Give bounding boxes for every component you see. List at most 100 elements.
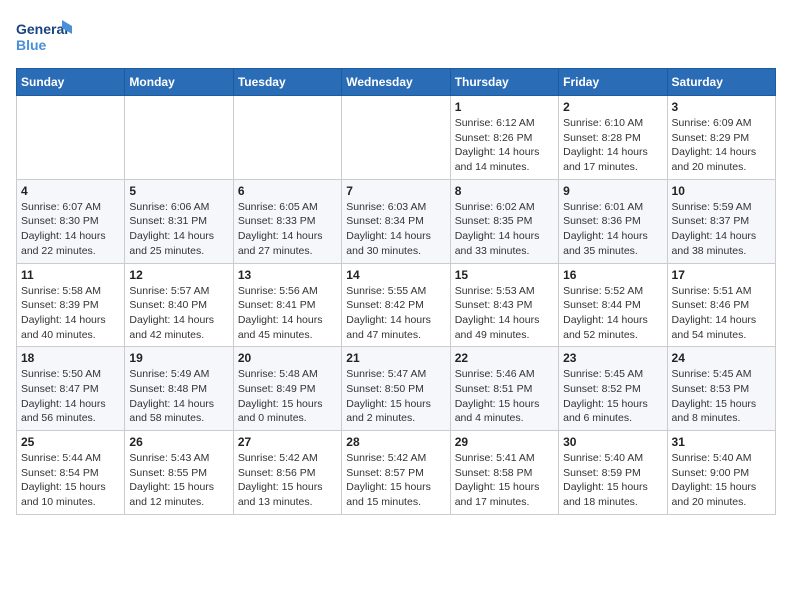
calendar-cell: 22Sunrise: 5:46 AM Sunset: 8:51 PM Dayli…	[450, 347, 558, 431]
day-info: Sunrise: 5:47 AM Sunset: 8:50 PM Dayligh…	[346, 367, 445, 426]
calendar-cell: 7 Sunrise: 6:03 AM Sunset: 8:34 PM Daylig…	[342, 179, 450, 263]
day-number: 3	[672, 100, 771, 114]
weekday-header-thursday: Thursday	[450, 69, 558, 96]
calendar-cell: 18 Sunrise: 5:50 AM Sunset: 8:47 PM Dayli…	[17, 347, 125, 431]
weekday-header-saturday: Saturday	[667, 69, 775, 96]
day-number: 30	[563, 435, 662, 449]
day-number: 9	[563, 184, 662, 198]
day-number: 29	[455, 435, 554, 449]
day-number: 11	[21, 268, 120, 282]
day-info: Sunrise: 5:57 AM Sunset: 8:40 PM Dayligh…	[129, 284, 228, 343]
calendar-cell: 10 Sunrise: 5:59 AM Sunset: 8:37 PM Dayli…	[667, 179, 775, 263]
day-number: 4	[21, 184, 120, 198]
day-number: 14	[346, 268, 445, 282]
day-info: Sunrise: 5:46 AM Sunset: 8:51 PM Dayligh…	[455, 367, 554, 426]
calendar-cell: 25 Sunrise: 5:44 AM Sunset: 8:54 PM Dayli…	[17, 431, 125, 515]
calendar-cell: 12 Sunrise: 5:57 AM Sunset: 8:40 PM Dayli…	[125, 263, 233, 347]
day-number: 6	[238, 184, 337, 198]
day-info: Sunrise: 5:49 AM Sunset: 8:48 PM Dayligh…	[129, 367, 228, 426]
calendar-cell: 21 Sunrise: 5:47 AM Sunset: 8:50 PM Dayli…	[342, 347, 450, 431]
weekday-header-tuesday: Tuesday	[233, 69, 341, 96]
calendar-cell: 3 Sunrise: 6:09 AM Sunset: 8:29 PM Daylig…	[667, 96, 775, 180]
day-number: 27	[238, 435, 337, 449]
day-info: Sunrise: 5:50 AM Sunset: 8:47 PM Dayligh…	[21, 367, 120, 426]
calendar-cell: 1 Sunrise: 6:12 AM Sunset: 8:26 PM Daylig…	[450, 96, 558, 180]
day-info: Sunrise: 6:09 AM Sunset: 8:29 PM Dayligh…	[672, 116, 771, 175]
calendar-cell: 5 Sunrise: 6:06 AM Sunset: 8:31 PM Daylig…	[125, 179, 233, 263]
calendar-cell: 6 Sunrise: 6:05 AM Sunset: 8:33 PM Daylig…	[233, 179, 341, 263]
calendar-week-row: 1 Sunrise: 6:12 AM Sunset: 8:26 PM Daylig…	[17, 96, 776, 180]
day-number: 15	[455, 268, 554, 282]
weekday-header-friday: Friday	[559, 69, 667, 96]
day-info: Sunrise: 5:59 AM Sunset: 8:37 PM Dayligh…	[672, 200, 771, 259]
day-number: 13	[238, 268, 337, 282]
calendar-cell: 15Sunrise: 5:53 AM Sunset: 8:43 PM Dayli…	[450, 263, 558, 347]
svg-text:Blue: Blue	[16, 37, 47, 53]
calendar-cell: 2 Sunrise: 6:10 AM Sunset: 8:28 PM Daylig…	[559, 96, 667, 180]
day-info: Sunrise: 6:06 AM Sunset: 8:31 PM Dayligh…	[129, 200, 228, 259]
day-info: Sunrise: 6:02 AM Sunset: 8:35 PM Dayligh…	[455, 200, 554, 259]
calendar-cell	[17, 96, 125, 180]
day-info: Sunrise: 6:10 AM Sunset: 8:28 PM Dayligh…	[563, 116, 662, 175]
weekday-header-monday: Monday	[125, 69, 233, 96]
calendar-cell	[233, 96, 341, 180]
day-info: Sunrise: 5:43 AM Sunset: 8:55 PM Dayligh…	[129, 451, 228, 510]
day-number: 16	[563, 268, 662, 282]
page-header: General Blue	[16, 16, 776, 60]
calendar-cell: 4 Sunrise: 6:07 AM Sunset: 8:30 PM Daylig…	[17, 179, 125, 263]
day-number: 5	[129, 184, 228, 198]
day-info: Sunrise: 5:45 AM Sunset: 8:52 PM Dayligh…	[563, 367, 662, 426]
calendar-week-row: 25 Sunrise: 5:44 AM Sunset: 8:54 PM Dayli…	[17, 431, 776, 515]
day-info: Sunrise: 5:56 AM Sunset: 8:41 PM Dayligh…	[238, 284, 337, 343]
day-info: Sunrise: 6:01 AM Sunset: 8:36 PM Dayligh…	[563, 200, 662, 259]
calendar-cell: 8 Sunrise: 6:02 AM Sunset: 8:35 PM Daylig…	[450, 179, 558, 263]
calendar-week-row: 18 Sunrise: 5:50 AM Sunset: 8:47 PM Dayli…	[17, 347, 776, 431]
calendar-cell: 30 Sunrise: 5:40 AM Sunset: 8:59 PM Dayli…	[559, 431, 667, 515]
calendar-cell	[125, 96, 233, 180]
day-number: 31	[672, 435, 771, 449]
calendar-cell: 9 Sunrise: 6:01 AM Sunset: 8:36 PM Daylig…	[559, 179, 667, 263]
day-info: Sunrise: 5:40 AM Sunset: 8:59 PM Dayligh…	[563, 451, 662, 510]
calendar-cell: 28 Sunrise: 5:42 AM Sunset: 8:57 PM Dayli…	[342, 431, 450, 515]
calendar-cell: 11Sunrise: 5:58 AM Sunset: 8:39 PM Dayli…	[17, 263, 125, 347]
day-info: Sunrise: 5:44 AM Sunset: 8:54 PM Dayligh…	[21, 451, 120, 510]
day-number: 25	[21, 435, 120, 449]
calendar-week-row: 11Sunrise: 5:58 AM Sunset: 8:39 PM Dayli…	[17, 263, 776, 347]
day-number: 1	[455, 100, 554, 114]
day-number: 12	[129, 268, 228, 282]
calendar-cell: 26 Sunrise: 5:43 AM Sunset: 8:55 PM Dayli…	[125, 431, 233, 515]
day-info: Sunrise: 5:45 AM Sunset: 8:53 PM Dayligh…	[672, 367, 771, 426]
day-number: 20	[238, 351, 337, 365]
calendar-week-row: 4 Sunrise: 6:07 AM Sunset: 8:30 PM Daylig…	[17, 179, 776, 263]
day-number: 21	[346, 351, 445, 365]
calendar-table: SundayMondayTuesdayWednesdayThursdayFrid…	[16, 68, 776, 515]
svg-text:General: General	[16, 21, 68, 37]
day-number: 28	[346, 435, 445, 449]
day-info: Sunrise: 6:03 AM Sunset: 8:34 PM Dayligh…	[346, 200, 445, 259]
day-number: 8	[455, 184, 554, 198]
day-number: 26	[129, 435, 228, 449]
day-info: Sunrise: 6:05 AM Sunset: 8:33 PM Dayligh…	[238, 200, 337, 259]
calendar-cell: 31Sunrise: 5:40 AM Sunset: 9:00 PM Dayli…	[667, 431, 775, 515]
weekday-header-wednesday: Wednesday	[342, 69, 450, 96]
calendar-cell: 13 Sunrise: 5:56 AM Sunset: 8:41 PM Dayli…	[233, 263, 341, 347]
calendar-cell: 29 Sunrise: 5:41 AM Sunset: 8:58 PM Dayli…	[450, 431, 558, 515]
calendar-cell: 23Sunrise: 5:45 AM Sunset: 8:52 PM Dayli…	[559, 347, 667, 431]
day-number: 18	[21, 351, 120, 365]
day-number: 24	[672, 351, 771, 365]
day-info: Sunrise: 5:55 AM Sunset: 8:42 PM Dayligh…	[346, 284, 445, 343]
day-number: 7	[346, 184, 445, 198]
day-number: 10	[672, 184, 771, 198]
calendar-cell: 27 Sunrise: 5:42 AM Sunset: 8:56 PM Dayli…	[233, 431, 341, 515]
day-info: Sunrise: 5:52 AM Sunset: 8:44 PM Dayligh…	[563, 284, 662, 343]
day-number: 2	[563, 100, 662, 114]
day-info: Sunrise: 5:42 AM Sunset: 8:57 PM Dayligh…	[346, 451, 445, 510]
logo-svg: General Blue	[16, 16, 76, 60]
day-info: Sunrise: 5:48 AM Sunset: 8:49 PM Dayligh…	[238, 367, 337, 426]
day-info: Sunrise: 6:12 AM Sunset: 8:26 PM Dayligh…	[455, 116, 554, 175]
day-info: Sunrise: 6:07 AM Sunset: 8:30 PM Dayligh…	[21, 200, 120, 259]
day-info: Sunrise: 5:42 AM Sunset: 8:56 PM Dayligh…	[238, 451, 337, 510]
logo: General Blue	[16, 16, 76, 60]
day-info: Sunrise: 5:41 AM Sunset: 8:58 PM Dayligh…	[455, 451, 554, 510]
day-info: Sunrise: 5:51 AM Sunset: 8:46 PM Dayligh…	[672, 284, 771, 343]
